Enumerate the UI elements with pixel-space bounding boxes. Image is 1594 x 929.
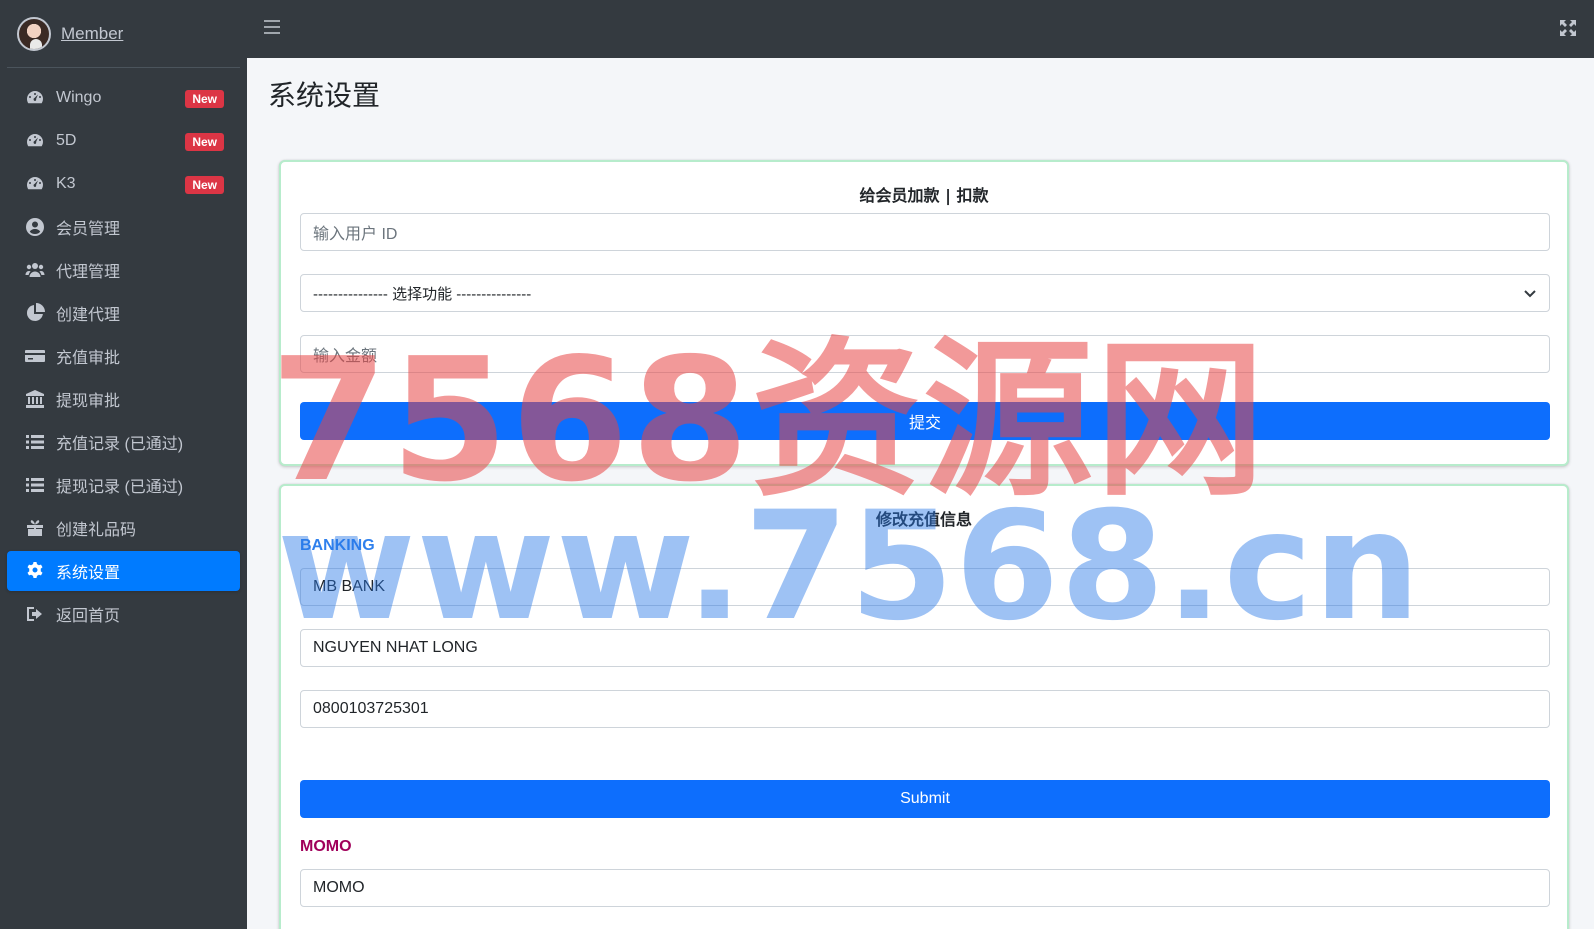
sidebar-item-members[interactable]: 会员管理 bbox=[7, 207, 240, 247]
tachometer-icon bbox=[24, 88, 46, 108]
sidebar-nav: Wingo New 5D New K3 New 会员管理 代理管理 创建代理 充… bbox=[0, 68, 247, 634]
main-content: 系统设置 给会员加款 | 扣款 输入用户 ID --------------- … bbox=[247, 58, 1594, 929]
chevron-down-icon bbox=[1523, 286, 1537, 300]
sidebar: Member Wingo New 5D New K3 New 会员管理 代理管理… bbox=[0, 0, 247, 929]
sidebar-item-label: 5D bbox=[56, 132, 77, 149]
user-name-link[interactable]: Member bbox=[61, 24, 123, 44]
sidebar-item-agents[interactable]: 代理管理 bbox=[7, 250, 240, 290]
account-name-input[interactable]: NGUYEN NHAT LONG bbox=[300, 629, 1550, 667]
new-badge: New bbox=[185, 176, 224, 194]
sidebar-item-recharge-approval[interactable]: 充值审批 bbox=[7, 336, 240, 376]
gift-icon bbox=[24, 518, 46, 538]
submit-banking-button[interactable]: Submit bbox=[300, 780, 1550, 818]
user-circle-icon bbox=[24, 217, 46, 237]
sidebar-item-5d[interactable]: 5D New bbox=[7, 121, 240, 161]
momo-label: MOMO bbox=[300, 838, 352, 855]
sign-out-icon bbox=[24, 604, 46, 624]
sidebar-item-label: 创建礼品码 bbox=[56, 522, 137, 539]
sidebar-item-label: 创建代理 bbox=[56, 307, 121, 324]
sidebar-item-system-settings[interactable]: 系统设置 bbox=[7, 551, 240, 591]
sidebar-item-withdraw-records[interactable]: 提现记录 (已通过) bbox=[7, 465, 240, 505]
momo-input[interactable]: MOMO bbox=[300, 869, 1550, 907]
bank-name-input[interactable]: MB BANK bbox=[300, 568, 1550, 606]
sidebar-item-label: 系统设置 bbox=[56, 565, 121, 582]
list-icon bbox=[24, 475, 46, 495]
gear-icon bbox=[24, 561, 46, 581]
sidebar-item-recharge-records[interactable]: 充值记录 (已通过) bbox=[7, 422, 240, 462]
expand-icon[interactable] bbox=[1560, 20, 1576, 36]
sidebar-item-k3[interactable]: K3 New bbox=[7, 164, 240, 204]
sidebar-item-label: 代理管理 bbox=[56, 264, 121, 281]
user-panel[interactable]: Member bbox=[7, 0, 240, 68]
sidebar-item-label: 提现记录 (已通过) bbox=[56, 479, 184, 496]
sidebar-item-label: 会员管理 bbox=[56, 221, 121, 238]
sidebar-item-label: Wingo bbox=[56, 89, 102, 106]
function-select[interactable]: --------------- 选择功能 --------------- bbox=[300, 274, 1550, 312]
sidebar-item-label: 充值记录 (已通过) bbox=[56, 436, 184, 453]
account-number-input[interactable]: 0800103725301 bbox=[300, 690, 1550, 728]
credit-card-icon bbox=[24, 346, 46, 366]
new-badge: New bbox=[185, 133, 224, 151]
user-id-input[interactable]: 输入用户 ID bbox=[300, 213, 1550, 251]
sidebar-item-wingo[interactable]: Wingo New bbox=[7, 78, 240, 118]
sidebar-item-label: 提现审批 bbox=[56, 393, 121, 410]
banking-label: BANKING bbox=[300, 537, 375, 554]
sidebar-item-label: 充值审批 bbox=[56, 350, 121, 367]
function-select-value: --------------- 选择功能 --------------- bbox=[313, 285, 532, 303]
card-title: 修改充值信息 bbox=[875, 510, 972, 529]
recharge-info-card: 修改充值信息 BANKING MB BANK NGUYEN NHAT LONG … bbox=[279, 484, 1569, 929]
submit-balance-button[interactable]: 提交 bbox=[300, 402, 1550, 440]
tachometer-icon bbox=[24, 131, 46, 151]
top-navbar bbox=[247, 0, 1594, 58]
avatar bbox=[17, 16, 51, 51]
list-icon bbox=[24, 432, 46, 452]
card-title: 给会员加款 | 扣款 bbox=[859, 186, 989, 205]
amount-input[interactable]: 输入金额 bbox=[300, 335, 1550, 373]
sidebar-item-withdraw-approval[interactable]: 提现审批 bbox=[7, 379, 240, 419]
hamburger-icon[interactable] bbox=[264, 20, 280, 34]
sidebar-item-gift-code[interactable]: 创建礼品码 bbox=[7, 508, 240, 548]
sidebar-item-create-agent[interactable]: 创建代理 bbox=[7, 293, 240, 333]
sidebar-item-label: K3 bbox=[56, 175, 76, 192]
pie-chart-icon bbox=[24, 303, 46, 323]
bank-icon bbox=[24, 389, 46, 409]
page-title: 系统设置 bbox=[268, 79, 381, 112]
users-icon bbox=[24, 260, 46, 280]
balance-adjust-card: 给会员加款 | 扣款 输入用户 ID --------------- 选择功能 … bbox=[279, 160, 1569, 466]
sidebar-item-label: 返回首页 bbox=[56, 608, 121, 625]
tachometer-icon bbox=[24, 174, 46, 194]
new-badge: New bbox=[185, 90, 224, 108]
sidebar-item-back-home[interactable]: 返回首页 bbox=[7, 594, 240, 634]
